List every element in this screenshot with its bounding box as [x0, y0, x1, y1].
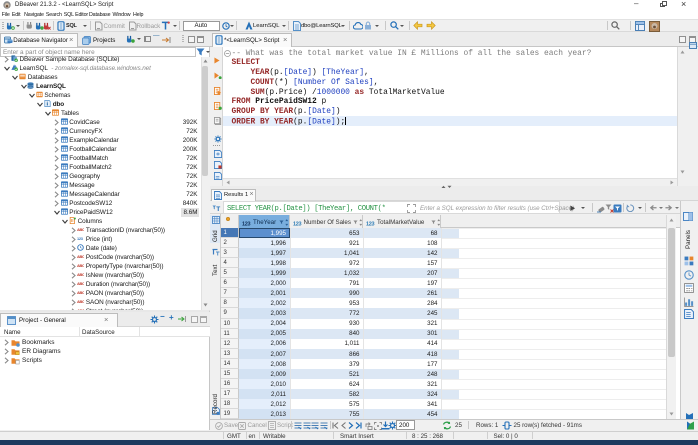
svg-text:ABC: ABC [77, 290, 84, 295]
svg-text:T: T [216, 206, 220, 212]
svg-text:123: 123 [366, 221, 375, 227]
svg-text:ABC: ABC [77, 263, 84, 268]
svg-text:ABC: ABC [77, 281, 84, 286]
svg-text:ABC: ABC [77, 272, 84, 277]
svg-text:ABC: ABC [77, 299, 84, 304]
svg-text:ABC: ABC [77, 254, 84, 259]
svg-text:123: 123 [293, 221, 302, 227]
svg-text:123: 123 [242, 221, 251, 227]
svg-text:123: 123 [77, 236, 84, 241]
svg-text:ABC: ABC [77, 227, 84, 232]
